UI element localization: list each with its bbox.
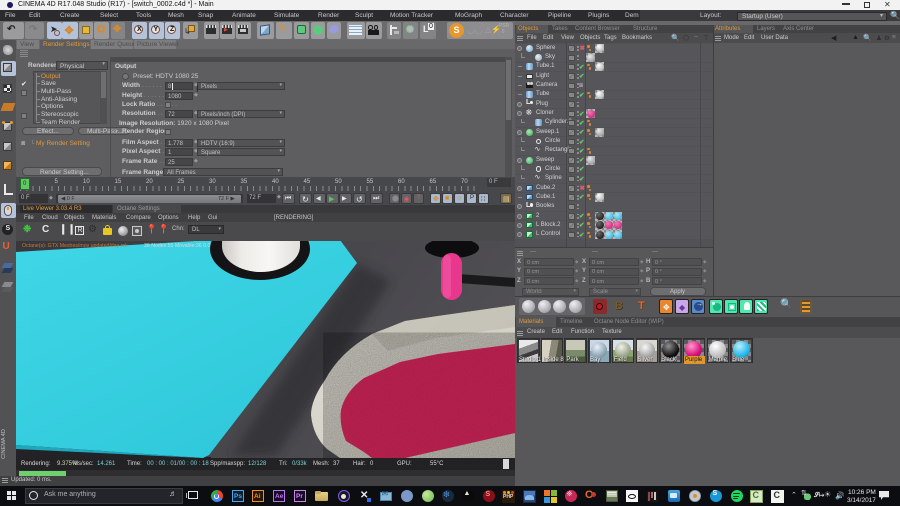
svg-text:36 Nodes:55 Movable:36 0.0: 36 Nodes:55 Movable:36 0.0 xyxy=(144,243,210,249)
svg-text:Octane(s): GTX Meshes/mov up: Octane(s): GTX Meshes/mov updated/day re… xyxy=(22,243,128,249)
